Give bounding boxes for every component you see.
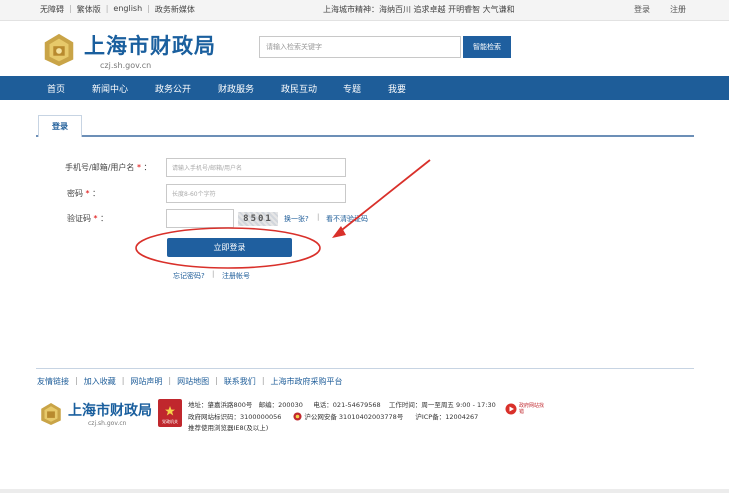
footer-phone: 电话：021-54679568 — [313, 401, 381, 409]
footer-logo-domain: czj.sh.gov.cn — [88, 420, 127, 427]
separator: | — [261, 376, 265, 385]
arrow-line — [337, 159, 431, 234]
footer-browser-note: 推荐使用浏览器IE8(及以上) — [188, 424, 269, 432]
bottom-edge — [0, 489, 729, 493]
footer-logo: 上海市财政局 czj.sh.gov.cn — [38, 400, 152, 427]
separator: | — [215, 376, 218, 385]
party-gov-badge-text: 党政机关 — [162, 419, 178, 424]
separator: | — [168, 376, 172, 385]
play-icon — [505, 403, 517, 415]
star-icon — [165, 406, 175, 416]
gov-error-finder-badge[interactable]: 政府网站找错 — [505, 403, 547, 415]
police-badge-icon — [293, 411, 302, 421]
footer-police-record[interactable]: 沪公网安备 31010402003778号 — [304, 411, 403, 421]
highlight-ellipse — [135, 227, 321, 269]
footer-links: 友情链接 | 加入收藏 | 网站声明 | 网站地图 | 联系我们 | 上海市政府… — [37, 376, 343, 387]
footer-address: 地址：肇嘉浜路800号 — [188, 401, 253, 409]
footer-link-friends[interactable]: 友情链接 — [37, 376, 69, 387]
footer-site-code: 政府网站标识码：3100000056 — [188, 413, 282, 421]
footer-logo-title: 上海市财政局 — [68, 403, 152, 419]
footer-row-2: 政府网站标识码：3100000056 沪公网安备 31010402003778号… — [188, 411, 478, 421]
footer-hours: 工作时间：周一至周五 9:00 - 17:30 — [388, 401, 496, 409]
emblem-icon — [41, 402, 61, 425]
footer-link-favorite[interactable]: 加入收藏 — [84, 376, 116, 387]
footer-icp[interactable]: 沪ICP备：12004267 — [415, 411, 478, 421]
separator: | — [75, 376, 78, 385]
separator: | — [121, 376, 125, 385]
party-gov-badge[interactable]: 党政机关 — [158, 399, 182, 427]
footer-link-contact[interactable]: 联系我们 — [224, 376, 256, 387]
footer-postcode: 邮编：200030 — [258, 401, 303, 409]
footer-divider — [36, 368, 694, 369]
footer-link-sitemap[interactable]: 网站地图 — [177, 376, 209, 387]
footer-link-statement[interactable]: 网站声明 — [130, 376, 162, 387]
footer-row-1: 地址：肇嘉浜路800号 邮编：200030 电话：021-54679568 工作… — [188, 399, 496, 409]
gov-error-finder-text: 政府网站找错 — [519, 403, 545, 415]
footer-link-procurement[interactable]: 上海市政府采购平台 — [271, 376, 343, 387]
